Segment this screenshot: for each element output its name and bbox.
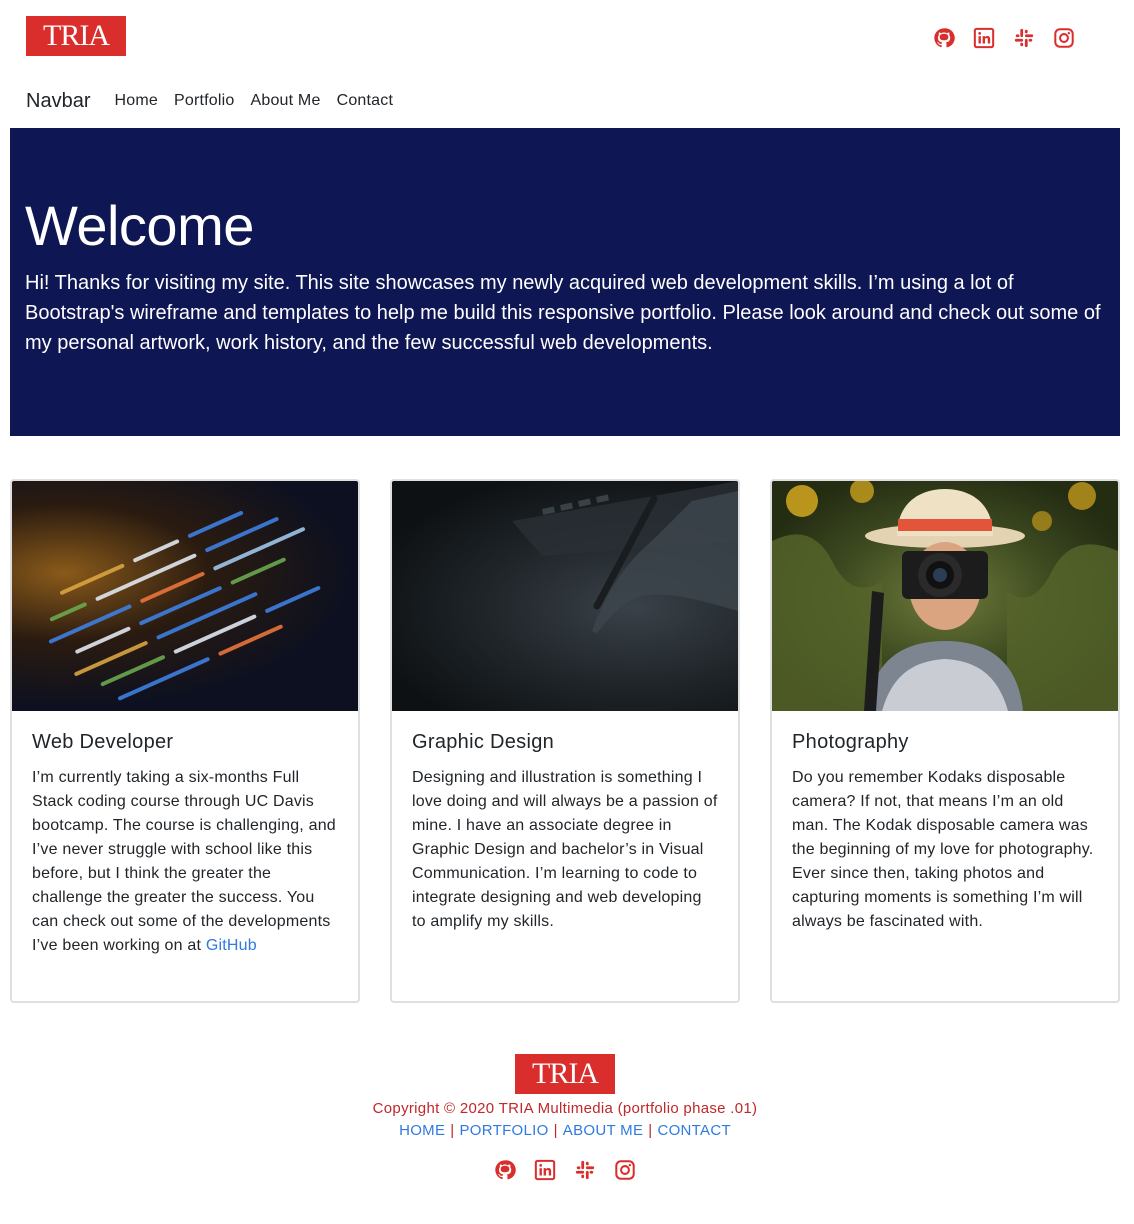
skills-cards: Web Developer I’m currently taking a six…: [10, 479, 1120, 1003]
welcome-jumbotron: Welcome Hi! Thanks for visiting my site.…: [10, 128, 1120, 436]
linkedin-icon[interactable]: [533, 1158, 557, 1182]
footer-link-portfolio[interactable]: PORTFOLIO: [459, 1122, 548, 1139]
instagram-icon[interactable]: [613, 1158, 637, 1182]
footer: TRIA Copyright © 2020 TRIA Multimedia (p…: [0, 1054, 1130, 1182]
card-photography: Photography Do you remember Kodaks dispo…: [770, 479, 1120, 1003]
slack-icon[interactable]: [573, 1158, 597, 1182]
code-screen-image: [12, 481, 358, 711]
github-link[interactable]: GitHub: [206, 937, 257, 954]
nav-link-contact[interactable]: Contact: [337, 92, 394, 110]
slack-icon[interactable]: [1012, 26, 1036, 50]
instagram-icon[interactable]: [1052, 26, 1076, 50]
nav-link-about-me[interactable]: About Me: [250, 92, 320, 110]
footer-separator: |: [648, 1122, 653, 1139]
card-title-graphic-design: Graphic Design: [412, 731, 555, 753]
welcome-text: Hi! Thanks for visiting my site. This si…: [25, 272, 1101, 354]
card-title-web-developer: Web Developer: [32, 731, 174, 753]
card-web-developer: Web Developer I’m currently taking a six…: [10, 479, 360, 1003]
header-logo[interactable]: TRIA: [26, 16, 126, 56]
card-text-photography: Do you remember Kodaks disposable camera…: [792, 769, 1094, 930]
copyright-text: Copyright © 2020 TRIA Multimedia (portfo…: [372, 1100, 758, 1117]
card-title-photography: Photography: [792, 731, 909, 753]
footer-logo-text: TRIA: [532, 1057, 599, 1090]
nav-link-portfolio[interactable]: Portfolio: [174, 92, 235, 110]
github-icon[interactable]: [493, 1158, 517, 1182]
photographer-image: [772, 481, 1118, 711]
footer-link-contact[interactable]: CONTACT: [657, 1122, 730, 1139]
navbar-brand[interactable]: Navbar: [26, 90, 90, 113]
footer-link-about-me[interactable]: ABOUT ME: [563, 1122, 643, 1139]
nav-link-home[interactable]: Home: [114, 92, 157, 110]
footer-separator: |: [450, 1122, 455, 1139]
logo-text: TRIA: [43, 19, 110, 52]
welcome-title: Welcome: [25, 194, 254, 257]
card-text-graphic-design: Designing and illustration is something …: [412, 769, 718, 930]
card-graphic-design: Graphic Design Designing and illustratio…: [390, 479, 740, 1003]
header-social-links: [932, 26, 1076, 50]
footer-separator: |: [553, 1122, 558, 1139]
navbar: Navbar Home Portfolio About Me Contact: [26, 84, 409, 118]
footer-link-home[interactable]: HOME: [399, 1122, 445, 1139]
card-text-web-developer-body: I’m currently taking a six-months Full S…: [32, 769, 336, 954]
footer-social-links: [0, 1158, 1130, 1182]
github-icon[interactable]: [932, 26, 956, 50]
footer-logo[interactable]: TRIA: [515, 1054, 615, 1094]
drawing-tablet-image: [392, 481, 738, 711]
linkedin-icon[interactable]: [972, 26, 996, 50]
card-text-web-developer: I’m currently taking a six-months Full S…: [32, 766, 338, 958]
footer-links: HOME | PORTFOLIO | ABOUT ME | CONTACT: [0, 1120, 1130, 1142]
